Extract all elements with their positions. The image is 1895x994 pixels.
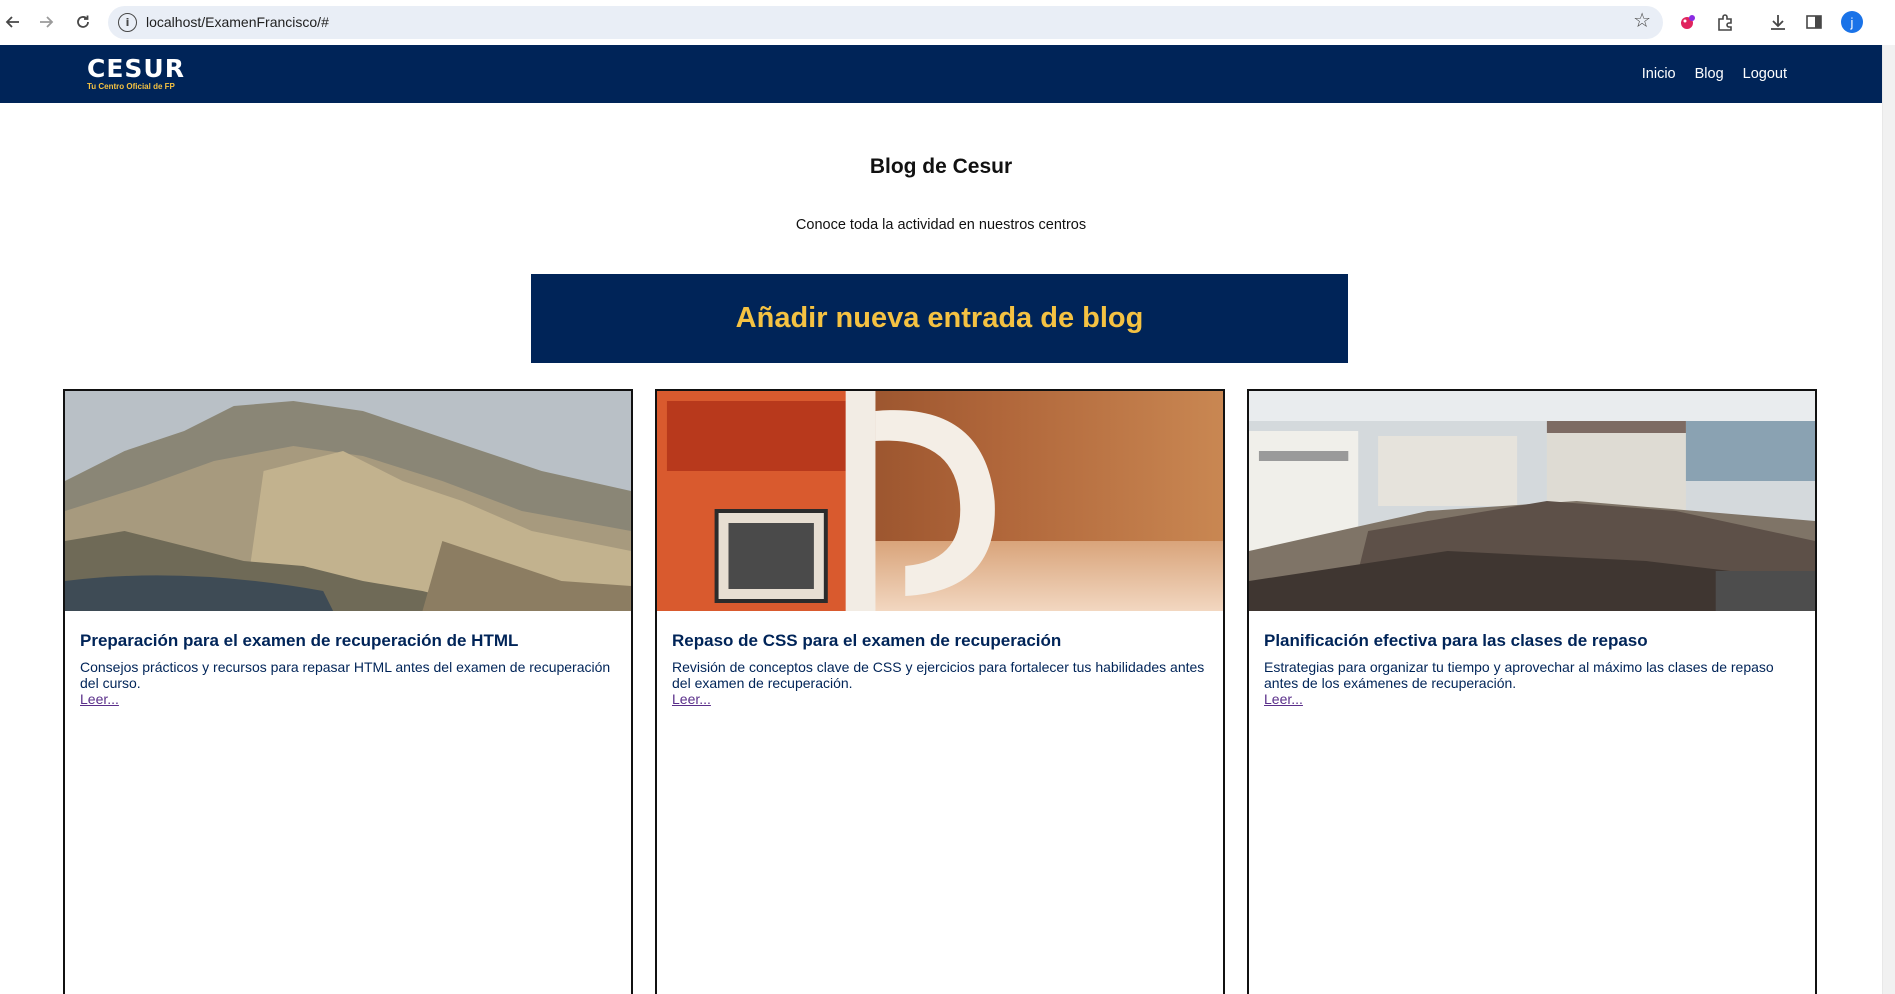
back-arrow-icon[interactable] (1, 10, 25, 34)
bookmark-star-icon[interactable]: ☆ (1633, 11, 1651, 31)
coastal-cliffs-image (65, 391, 631, 611)
page-subtitle: Conoce toda la actividad en nuestros cen… (795, 217, 1087, 233)
profile-avatar[interactable]: j (1841, 11, 1863, 33)
browser-toolbar: i localhost/ExamenFrancisco/# ☆ j (0, 0, 1895, 45)
card-title: Preparación para el examen de recuperaci… (80, 631, 519, 650)
logo-tagline: Tu Centro Oficial de FP (87, 82, 175, 91)
side-panel-icon[interactable] (1802, 10, 1826, 34)
download-icon[interactable] (1766, 10, 1790, 34)
site-info-icon[interactable]: i (118, 13, 137, 32)
seaside-pier-image (1249, 391, 1815, 611)
puzzle-icon[interactable] (1713, 10, 1737, 34)
reload-icon[interactable] (71, 10, 95, 34)
read-more-link[interactable]: Leer... (80, 691, 119, 707)
page-scrollbar[interactable] (1882, 45, 1895, 994)
logo-text: CESUR (87, 54, 185, 83)
site-header: CESUR Tu Centro Oficial de FP Inicio Blo… (0, 45, 1882, 103)
read-more-link[interactable]: Leer... (1264, 691, 1303, 707)
nav-link-logout[interactable]: Logout (1743, 66, 1787, 82)
nav-link-blog[interactable]: Blog (1695, 66, 1724, 82)
card-title: Planificación efectiva para las clases d… (1264, 631, 1648, 650)
blog-card: Preparación para el examen de recuperaci… (63, 389, 633, 994)
card-description: Revisión de conceptos clave de CSS y eje… (672, 659, 1205, 691)
forward-arrow-icon[interactable] (34, 10, 58, 34)
url-text[interactable]: localhost/ExamenFrancisco/# (146, 14, 329, 30)
card-description: Consejos prácticos y recursos para repas… (80, 659, 611, 691)
card-title: Repaso de CSS para el examen de recupera… (672, 631, 1062, 650)
nav-link-inicio[interactable]: Inicio (1642, 66, 1676, 82)
read-more-link[interactable]: Leer... (672, 691, 711, 707)
add-blog-entry-button[interactable]: Añadir nueva entrada de blog (531, 274, 1348, 363)
main-nav: Inicio Blog Logout (1642, 66, 1787, 82)
blog-card: Repaso de CSS para el examen de recupera… (655, 389, 1225, 994)
card-description: Estrategias para organizar tu tiempo y a… (1264, 659, 1774, 691)
cesur-logo[interactable]: CESUR Tu Centro Oficial de FP (87, 56, 185, 91)
address-bar[interactable]: i localhost/ExamenFrancisco/# ☆ (108, 6, 1663, 39)
coffee-mug-image (657, 391, 1223, 611)
extension-icon[interactable] (1676, 10, 1700, 34)
page-title: Blog de Cesur (869, 155, 1013, 178)
blog-card: Planificación efectiva para las clases d… (1247, 389, 1817, 994)
